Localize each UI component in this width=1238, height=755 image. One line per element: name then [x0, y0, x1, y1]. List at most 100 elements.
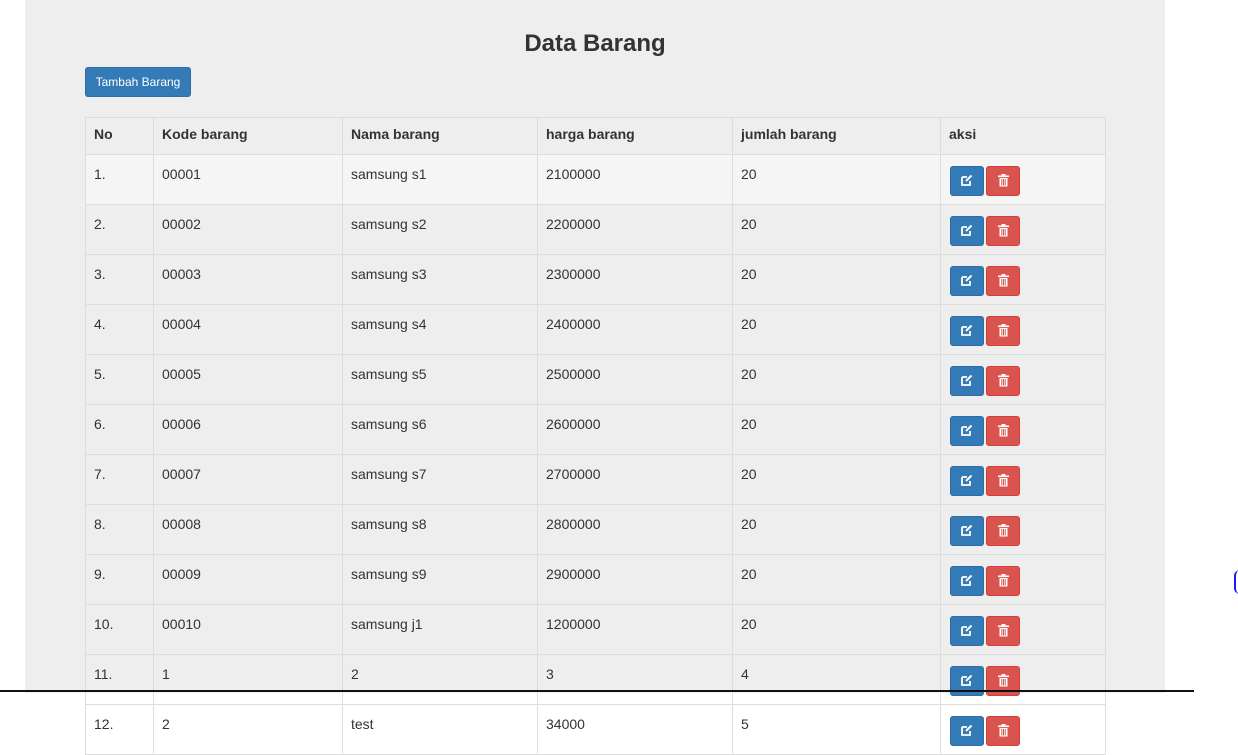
cell-no: 12. [85, 704, 154, 755]
edit-icon [951, 424, 983, 436]
cell-no: 7. [85, 454, 154, 505]
table-row: 1. 00001 samsung s1 2100000 20 [85, 154, 1106, 205]
edit-button[interactable] [950, 466, 984, 496]
cell-nama: samsung s6 [342, 404, 538, 455]
page-title: Data Barang [524, 30, 666, 57]
delete-button[interactable] [986, 366, 1020, 396]
scroll-edge-indicator [1234, 570, 1238, 594]
edit-button[interactable] [950, 316, 984, 346]
cell-kode: 00002 [153, 204, 343, 255]
cell-aksi [940, 604, 1106, 655]
cell-no: 4. [85, 304, 154, 355]
cell-jumlah: 20 [732, 354, 941, 405]
cell-harga: 2400000 [537, 304, 733, 355]
cell-aksi [940, 654, 1106, 705]
table-header-row: No Kode barang Nama barang harga barang … [85, 117, 1106, 155]
cell-aksi [940, 404, 1106, 455]
trash-icon [987, 324, 1019, 337]
delete-button[interactable] [986, 466, 1020, 496]
cell-aksi [940, 504, 1106, 555]
trash-icon [987, 374, 1019, 387]
cell-harga: 2900000 [537, 554, 733, 605]
table-row: 5. 00005 samsung s5 2500000 20 [85, 354, 1106, 405]
trash-icon [987, 474, 1019, 487]
cell-no: 3. [85, 254, 154, 305]
delete-button[interactable] [986, 266, 1020, 296]
header-jumlah: jumlah barang [732, 117, 941, 155]
cell-jumlah: 20 [732, 604, 941, 655]
cell-nama: samsung s7 [342, 454, 538, 505]
delete-button[interactable] [986, 166, 1020, 196]
delete-button[interactable] [986, 216, 1020, 246]
edit-button[interactable] [950, 216, 984, 246]
trash-icon [987, 674, 1019, 687]
cell-nama: samsung s1 [342, 154, 538, 205]
add-item-button[interactable]: Tambah Barang [85, 67, 191, 97]
cell-jumlah: 20 [732, 154, 941, 205]
edit-icon [951, 374, 983, 386]
cell-aksi [940, 204, 1106, 255]
cell-harga: 2800000 [537, 504, 733, 555]
cell-aksi [940, 554, 1106, 605]
cell-nama: 2 [342, 654, 538, 705]
edit-button[interactable] [950, 366, 984, 396]
cell-aksi [940, 154, 1106, 205]
edit-button[interactable] [950, 516, 984, 546]
cell-harga: 2700000 [537, 454, 733, 505]
cell-kode: 00004 [153, 304, 343, 355]
cell-kode: 00010 [153, 604, 343, 655]
cell-no: 11. [85, 654, 154, 705]
cell-jumlah: 20 [732, 454, 941, 505]
cell-nama: samsung s9 [342, 554, 538, 605]
delete-button[interactable] [986, 316, 1020, 346]
table-row: 12. 2 test 34000 5 [85, 704, 1106, 755]
edit-icon [951, 624, 983, 636]
delete-button[interactable] [986, 416, 1020, 446]
items-table: No Kode barang Nama barang harga barang … [85, 117, 1106, 755]
trash-icon [987, 224, 1019, 237]
table-row: 9. 00009 samsung s9 2900000 20 [85, 554, 1106, 605]
trash-icon [987, 724, 1019, 737]
cell-no: 9. [85, 554, 154, 605]
cell-no: 8. [85, 504, 154, 555]
trash-icon [987, 524, 1019, 537]
cell-no: 2. [85, 204, 154, 255]
edit-button[interactable] [950, 616, 984, 646]
edit-icon [951, 224, 983, 236]
trash-icon [987, 274, 1019, 287]
edit-button[interactable] [950, 166, 984, 196]
delete-button[interactable] [986, 516, 1020, 546]
delete-button[interactable] [986, 566, 1020, 596]
table-row: 8. 00008 samsung s8 2800000 20 [85, 504, 1106, 555]
table-row: 10. 00010 samsung j1 1200000 20 [85, 604, 1106, 655]
delete-button[interactable] [986, 616, 1020, 646]
cell-harga: 2100000 [537, 154, 733, 205]
cell-jumlah: 20 [732, 204, 941, 255]
cell-jumlah: 4 [732, 654, 941, 705]
bottom-divider [0, 690, 1194, 692]
cell-no: 6. [85, 404, 154, 455]
cell-jumlah: 20 [732, 304, 941, 355]
cell-aksi [940, 354, 1106, 405]
cell-harga: 2500000 [537, 354, 733, 405]
cell-aksi [940, 704, 1106, 755]
edit-icon [951, 174, 983, 186]
cell-kode: 00001 [153, 154, 343, 205]
edit-button[interactable] [950, 266, 984, 296]
cell-jumlah: 20 [732, 504, 941, 555]
edit-button[interactable] [950, 716, 984, 746]
table-row: 3. 00003 samsung s3 2300000 20 [85, 254, 1106, 305]
edit-button[interactable] [950, 566, 984, 596]
edit-icon [951, 524, 983, 536]
cell-nama: test [342, 704, 538, 755]
cell-kode: 00007 [153, 454, 343, 505]
delete-button[interactable] [986, 716, 1020, 746]
edit-button[interactable] [950, 416, 984, 446]
edit-icon [951, 674, 983, 686]
cell-harga: 1200000 [537, 604, 733, 655]
cell-harga: 2200000 [537, 204, 733, 255]
table-row: 11. 1 2 3 4 [85, 654, 1106, 705]
cell-nama: samsung s8 [342, 504, 538, 555]
cell-jumlah: 20 [732, 254, 941, 305]
content-panel: Data Barang Tambah Barang No Kode barang… [25, 0, 1165, 755]
